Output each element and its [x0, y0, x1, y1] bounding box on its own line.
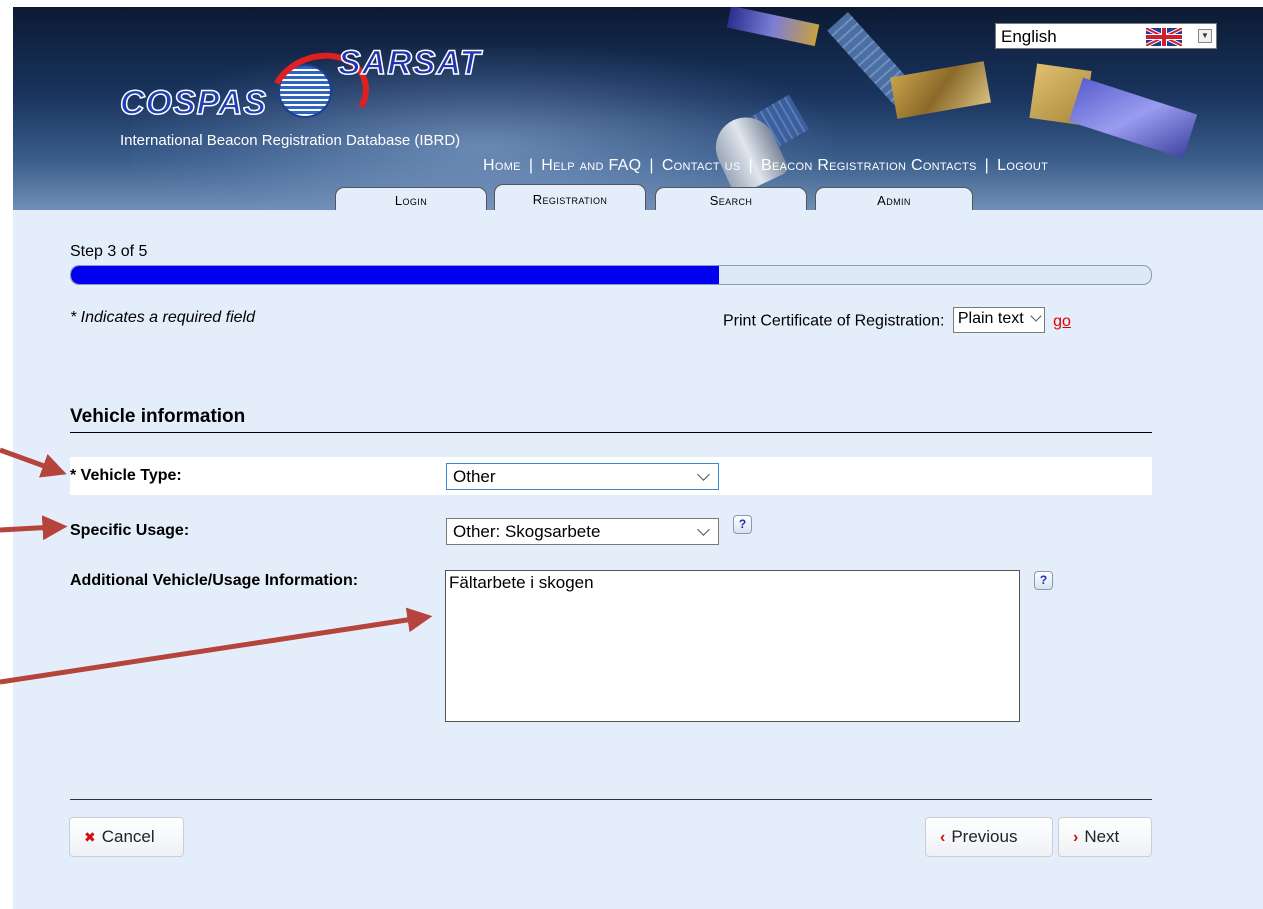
additional-info-textarea[interactable]: Fältarbete i skogen — [445, 570, 1020, 722]
cancel-button[interactable]: ✖ Cancel — [69, 817, 184, 857]
specific-usage-value: Other: Skogsarbete — [453, 522, 601, 541]
progress-bar — [70, 265, 1152, 285]
chevron-left-icon: ‹ — [940, 829, 946, 846]
help-icon[interactable]: ? — [733, 515, 752, 534]
previous-button[interactable]: ‹ Previous — [925, 817, 1053, 857]
additional-info-label: Additional Vehicle/Usage Information: — [70, 572, 359, 589]
chevron-down-icon — [1030, 310, 1042, 322]
previous-label: Previous — [951, 827, 1018, 846]
step-indicator: Step 3 of 5 — [70, 243, 148, 260]
required-field-note: * Indicates a required field — [70, 309, 255, 326]
print-certificate-label: Print Certificate of Registration: — [723, 312, 945, 330]
specific-usage-select[interactable]: Other: Skogsarbete — [446, 518, 719, 545]
tab-search[interactable]: Search — [655, 187, 807, 210]
nav-home[interactable]: Home — [483, 157, 521, 174]
language-select[interactable]: English ▼ — [995, 23, 1217, 49]
tab-registration[interactable]: Registration — [494, 184, 646, 210]
vehicle-type-label: * Vehicle Type: — [70, 467, 182, 484]
print-format-select[interactable]: Plain text — [952, 307, 1045, 333]
satellite-image — [890, 61, 991, 119]
nav-contact-us[interactable]: Contact us — [662, 157, 741, 174]
next-button[interactable]: › Next — [1058, 817, 1152, 857]
help-icon[interactable]: ? — [1034, 571, 1053, 590]
progress-fill — [71, 266, 719, 284]
next-label: Next — [1084, 827, 1120, 846]
print-go-link[interactable]: go — [1053, 313, 1071, 330]
site-header: COSPAS SARSAT International Beacon Regis… — [13, 7, 1263, 210]
cospas-sarsat-logo[interactable]: COSPAS SARSAT — [118, 32, 498, 151]
specific-usage-label: Specific Usage: — [70, 522, 190, 539]
satellite-image — [726, 7, 820, 47]
tab-admin[interactable]: Admin — [815, 187, 973, 210]
chevron-right-icon: › — [1073, 829, 1079, 846]
language-value: English — [1001, 27, 1057, 46]
top-nav: Home | Help and FAQ | Contact us | Beacon Regi… — [483, 157, 1049, 174]
nav-help-faq[interactable]: Help and FAQ — [541, 157, 641, 174]
vehicle-type-select[interactable]: Other — [446, 463, 719, 490]
print-certificate-row: Print Certificate of Registration: Plain… — [723, 307, 1071, 333]
site-subtitle: International Beacon Registration Databa… — [120, 132, 461, 149]
logo-sarsat-text: SARSAT — [337, 43, 482, 83]
page-frame: COSPAS SARSAT International Beacon Regis… — [13, 7, 1263, 909]
nav-logout[interactable]: Logout — [997, 157, 1048, 174]
chevron-down-icon — [697, 523, 710, 536]
print-format-value: Plain text — [957, 310, 1024, 327]
section-divider — [70, 432, 1152, 433]
dropdown-arrow-icon[interactable]: ▼ — [1198, 29, 1212, 43]
footer-divider — [70, 799, 1152, 800]
cancel-label: Cancel — [101, 827, 155, 846]
vehicle-type-value: Other — [453, 467, 496, 486]
logo-cospas-text: COSPAS — [119, 83, 268, 123]
section-title: Vehicle information — [70, 406, 246, 427]
uk-flag-icon — [1146, 28, 1182, 46]
close-icon: ✖ — [84, 829, 96, 845]
chevron-down-icon — [697, 468, 710, 481]
nav-beacon-registration-contacts[interactable]: Beacon Registration Contacts — [761, 157, 977, 174]
satellite-image — [1068, 77, 1198, 159]
tab-login[interactable]: Login — [335, 187, 487, 210]
